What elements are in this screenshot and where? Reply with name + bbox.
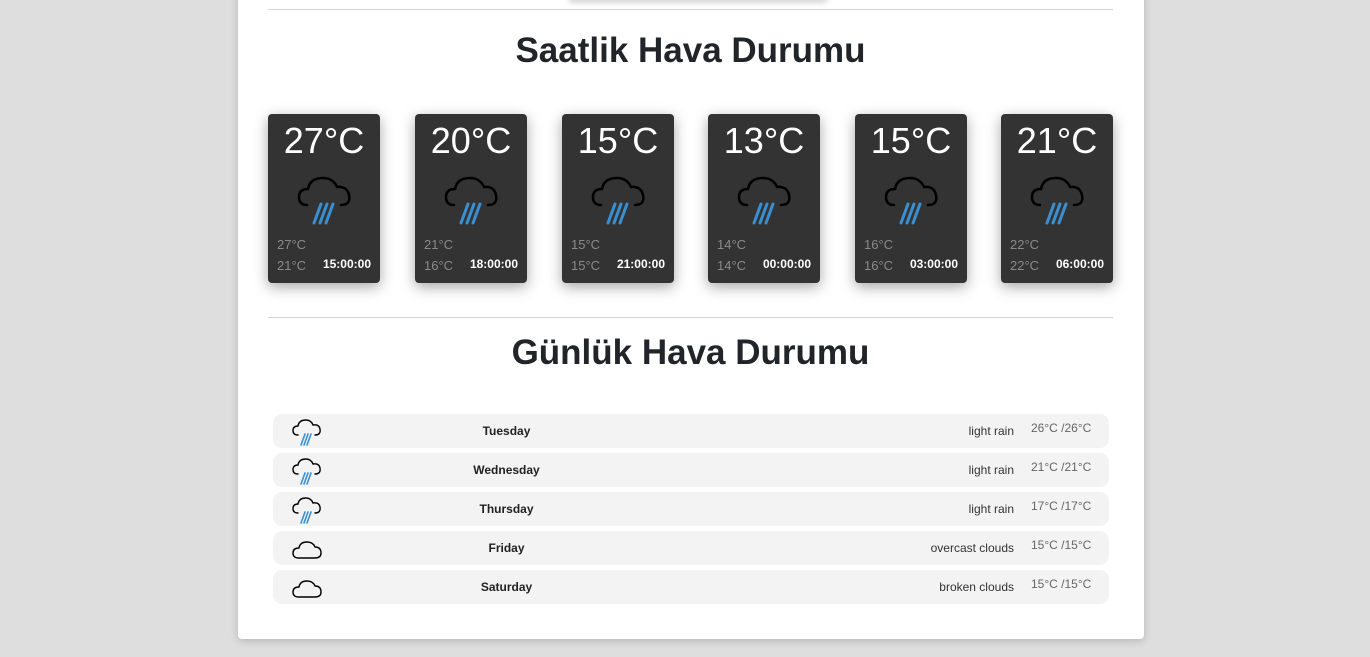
hourly-temp: 15°C <box>577 120 659 161</box>
hourly-max-temp: 15°C <box>571 237 601 252</box>
daily-day: Friday <box>488 541 525 555</box>
hourly-temp: 13°C <box>723 120 805 161</box>
hourly-title: Saatlik Hava Durumu <box>515 31 866 70</box>
hourly-time: 06:00:00 <box>1055 257 1104 271</box>
daily-day: Tuesday <box>482 424 531 438</box>
hourly-time: 00:00:00 <box>762 257 811 271</box>
hourly-min-temp: 21°C <box>277 258 307 273</box>
hourly-card: 20°C 21°C 16°C 18:00:00 <box>415 114 527 283</box>
hourly-card: 13°C 14°C 14°C 00:00:00 <box>708 114 820 283</box>
hourly-card: 15°C 16°C 16°C 03:00:00 <box>855 114 967 283</box>
daily-temp-range: 15°C /15°C <box>1031 538 1092 552</box>
cloud-icon <box>292 541 322 559</box>
daily-description: light rain <box>968 424 1014 438</box>
daily-title: Günlük Hava Durumu <box>511 333 870 372</box>
hourly-temp: 20°C <box>430 120 512 161</box>
hourly-min-temp: 22°C <box>1010 258 1040 273</box>
daily-temp-range: 17°C /17°C <box>1031 499 1092 513</box>
daily-description: broken clouds <box>939 580 1014 594</box>
section-divider <box>268 317 1113 318</box>
hourly-max-temp: 21°C <box>424 237 454 252</box>
daily-description: overcast clouds <box>930 541 1014 555</box>
hourly-max-temp: 22°C <box>1010 237 1040 252</box>
cloud-icon <box>292 580 322 598</box>
top-divider <box>268 9 1113 10</box>
daily-description: light rain <box>968 463 1014 477</box>
hourly-card: 15°C 15°C 15°C 21:00:00 <box>562 114 674 283</box>
hourly-time: 15:00:00 <box>322 257 371 271</box>
hourly-time: 21:00:00 <box>616 257 665 271</box>
rain-cloud-icon <box>737 176 791 225</box>
hourly-card: 27°C 27°C 21°C 15:00:00 <box>268 114 380 283</box>
daily-row: Tuesday light rain 26°C /26°C <box>273 414 1109 448</box>
rain-cloud-icon <box>591 176 645 225</box>
hourly-max-temp: 16°C <box>864 237 894 252</box>
rain-cloud-icon <box>292 419 321 446</box>
rain-cloud-icon <box>292 458 321 485</box>
daily-row: Saturday broken clouds 15°C /15°C <box>273 570 1109 604</box>
rain-cloud-icon <box>444 176 498 225</box>
daily-temp-range: 15°C /15°C <box>1031 577 1092 591</box>
rain-cloud-icon <box>884 176 938 225</box>
daily-day: Saturday <box>480 580 533 594</box>
hourly-min-temp: 16°C <box>424 258 454 273</box>
daily-row: Friday overcast clouds 15°C /15°C <box>273 531 1109 565</box>
hourly-card: 21°C 22°C 22°C 06:00:00 <box>1001 114 1113 283</box>
hourly-max-temp: 27°C <box>277 237 307 252</box>
daily-row: Thursday light rain 17°C /17°C <box>273 492 1109 526</box>
daily-day: Wednesday <box>473 463 540 477</box>
rain-cloud-icon <box>292 497 321 524</box>
hourly-temp: 21°C <box>1016 120 1098 161</box>
hourly-time: 18:00:00 <box>469 257 518 271</box>
hourly-temp: 27°C <box>283 120 365 161</box>
rain-cloud-icon <box>297 176 351 225</box>
daily-day: Thursday <box>479 502 534 516</box>
daily-temp-range: 26°C /26°C <box>1031 421 1092 435</box>
hourly-max-temp: 14°C <box>717 237 747 252</box>
hourly-time: 03:00:00 <box>909 257 958 271</box>
daily-temp-range: 21°C /21°C <box>1031 460 1092 474</box>
rain-cloud-icon <box>1030 176 1084 225</box>
hourly-min-temp: 14°C <box>717 258 747 273</box>
daily-row: Wednesday light rain 21°C /21°C <box>273 453 1109 487</box>
hourly-temp: 15°C <box>870 120 952 161</box>
hourly-min-temp: 16°C <box>864 258 894 273</box>
daily-description: light rain <box>968 502 1014 516</box>
hourly-min-temp: 15°C <box>571 258 601 273</box>
